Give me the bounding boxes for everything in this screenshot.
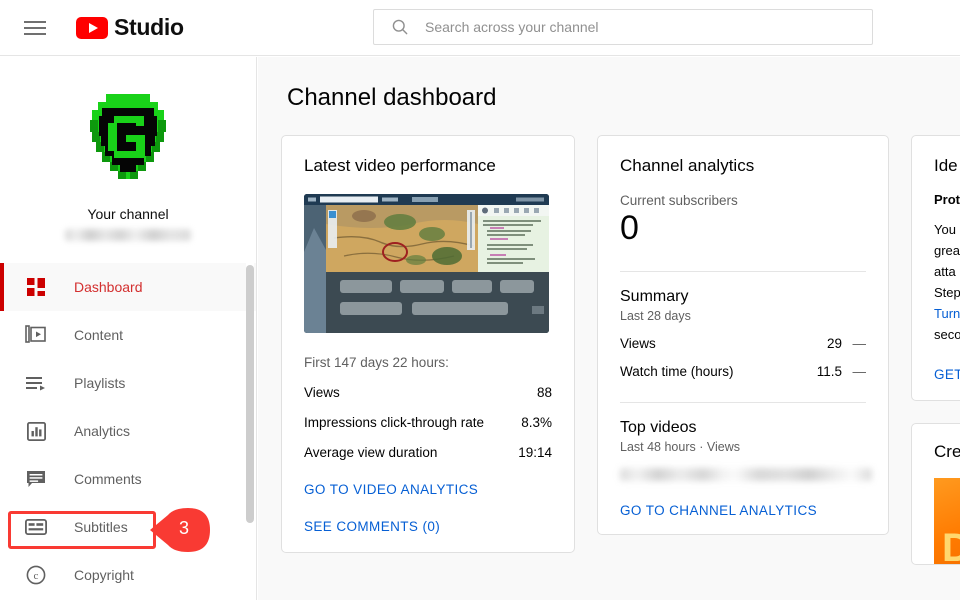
playlists-icon bbox=[24, 371, 48, 395]
metric-views: Views 88 bbox=[304, 385, 552, 400]
channel-name-redacted bbox=[65, 229, 191, 241]
sidebar-scrollbar-thumb[interactable] bbox=[246, 265, 254, 523]
creator-thumb-letter: D bbox=[942, 528, 960, 565]
sidebar: Your channel Dashboard bbox=[0, 57, 257, 600]
summary-value: 11.5 bbox=[800, 364, 842, 379]
hamburger-menu-icon[interactable] bbox=[24, 15, 50, 41]
ideas-line-4: Step bbox=[934, 282, 960, 303]
sidebar-item-dashboard[interactable]: Dashboard bbox=[0, 263, 256, 311]
annotation-step-number: 3 bbox=[179, 518, 189, 539]
page-title: Channel dashboard bbox=[287, 84, 960, 112]
sidebar-item-comments[interactable]: Comments bbox=[0, 455, 256, 503]
sidebar-item-content[interactable]: Content bbox=[0, 311, 256, 359]
ideas-get-started-link[interactable]: GET bbox=[934, 367, 960, 382]
sidebar-item-label: Playlists bbox=[74, 375, 125, 391]
see-comments-link[interactable]: SEE COMMENTS (0) bbox=[304, 519, 552, 534]
summary-label: Watch time (hours) bbox=[620, 364, 800, 379]
sidebar-item-label: Subtitles bbox=[74, 519, 128, 535]
youtube-play-icon bbox=[76, 17, 108, 39]
metric-ctr: Impressions click-through rate 8.3% bbox=[304, 415, 552, 430]
sidebar-item-label: Content bbox=[74, 327, 123, 343]
analytics-bar-chart-icon bbox=[24, 419, 48, 443]
comments-bubble-icon bbox=[24, 467, 48, 491]
channel-label: Your channel bbox=[87, 206, 168, 222]
ideas-line-5: Turn bbox=[934, 303, 960, 324]
top-videos-title: Top videos bbox=[620, 419, 866, 437]
ideas-line-3: atta bbox=[934, 261, 960, 282]
latest-video-performance-card: Latest video performance bbox=[281, 135, 575, 553]
sidebar-item-copyright[interactable]: c Copyright bbox=[0, 551, 256, 599]
card-title: Latest video performance bbox=[304, 156, 552, 176]
sidebar-nav: Dashboard Content Playlis bbox=[0, 263, 256, 599]
metric-label: Average view duration bbox=[304, 445, 437, 460]
channel-analytics-card: Channel analytics Current subscribers 0 … bbox=[597, 135, 889, 535]
summary-value: 29 bbox=[800, 336, 842, 351]
summary-label: Views bbox=[620, 336, 800, 351]
summary-row-watchtime: Watch time (hours) 11.5 — bbox=[620, 364, 866, 379]
summary-period: Last 28 days bbox=[620, 309, 866, 323]
creator-insider-thumbnail-icon[interactable]: D bbox=[934, 478, 960, 565]
sidebar-item-subtitles[interactable]: Subtitles bbox=[0, 503, 256, 551]
copyright-circle-c-icon: c bbox=[24, 563, 48, 587]
top-videos-period: Last 48 hours · Views bbox=[620, 440, 866, 454]
summary-trend: — bbox=[842, 336, 866, 351]
content-video-icon bbox=[24, 323, 48, 347]
studio-logo[interactable]: Studio bbox=[76, 14, 184, 41]
sidebar-item-label: Analytics bbox=[74, 423, 130, 439]
divider bbox=[620, 402, 866, 403]
card-title: Channel analytics bbox=[620, 156, 866, 176]
go-to-video-analytics-link[interactable]: GO TO VIDEO ANALYTICS bbox=[304, 482, 552, 497]
search-placeholder: Search across your channel bbox=[425, 19, 599, 35]
metric-value: 88 bbox=[537, 385, 552, 400]
video-thumbnail-map-screenshot-icon[interactable] bbox=[304, 194, 549, 333]
channel-avatar-shield-g-icon bbox=[72, 80, 184, 192]
dashboard-grid-icon bbox=[24, 275, 48, 299]
ideas-line-2: grea bbox=[934, 240, 960, 261]
divider bbox=[620, 271, 866, 272]
sidebar-item-playlists[interactable]: Playlists bbox=[0, 359, 256, 407]
sidebar-item-label: Dashboard bbox=[74, 279, 143, 295]
ideas-line-1: You bbox=[934, 219, 960, 240]
video-period-label: First 147 days 22 hours: bbox=[304, 355, 552, 370]
card-title: Cre bbox=[934, 442, 960, 462]
main-content: Channel dashboard Latest video performan… bbox=[258, 57, 960, 600]
creator-insider-card: Cre D bbox=[911, 423, 960, 565]
search-icon bbox=[390, 17, 410, 37]
go-to-channel-analytics-link[interactable]: GO TO CHANNEL ANALYTICS bbox=[620, 503, 866, 518]
card-title: Ide bbox=[934, 156, 960, 176]
subscribers-value: 0 bbox=[620, 209, 866, 248]
svg-text:c: c bbox=[34, 570, 39, 582]
ideas-line-6: seco bbox=[934, 324, 960, 345]
sidebar-item-label: Copyright bbox=[74, 567, 134, 583]
top-video-row-redacted[interactable] bbox=[620, 468, 872, 481]
metric-avg-duration: Average view duration 19:14 bbox=[304, 445, 552, 460]
dashboard-cards: Latest video performance bbox=[281, 135, 960, 565]
right-column: Ide Prot You grea atta Step Turn seco GE… bbox=[911, 135, 960, 565]
brand-name: Studio bbox=[114, 14, 184, 41]
sidebar-item-analytics[interactable]: Analytics bbox=[0, 407, 256, 455]
summary-title: Summary bbox=[620, 288, 866, 306]
metric-label: Views bbox=[304, 385, 340, 400]
summary-trend: — bbox=[842, 364, 866, 379]
metric-value: 19:14 bbox=[518, 445, 552, 460]
subtitles-cc-icon bbox=[24, 515, 48, 539]
ideas-subtitle: Prot bbox=[934, 192, 960, 207]
ideas-card: Ide Prot You grea atta Step Turn seco GE… bbox=[911, 135, 960, 401]
summary-row-views: Views 29 — bbox=[620, 336, 866, 351]
search-input[interactable]: Search across your channel bbox=[373, 9, 873, 45]
app-header: Studio Search across your channel bbox=[0, 0, 960, 56]
sidebar-item-label: Comments bbox=[74, 471, 142, 487]
metric-value: 8.3% bbox=[521, 415, 552, 430]
metric-label: Impressions click-through rate bbox=[304, 415, 484, 430]
channel-summary[interactable]: Your channel bbox=[0, 57, 256, 241]
subscribers-label: Current subscribers bbox=[620, 193, 866, 208]
